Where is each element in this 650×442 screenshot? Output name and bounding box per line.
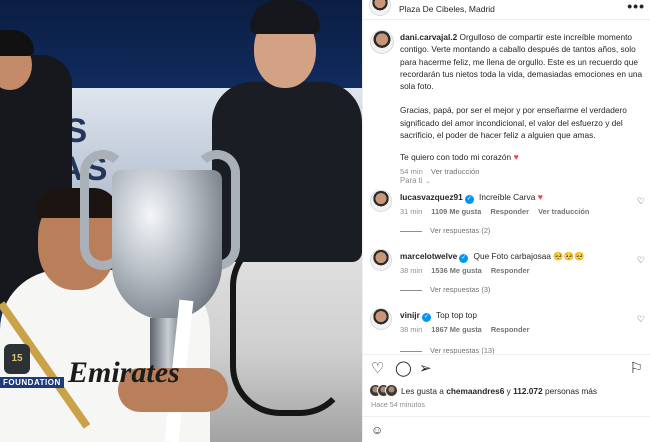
caption-text-2: Gracias, papá, por ser el mejor y por en… (400, 105, 627, 141)
post-timestamp: Hace 54 minutos (371, 400, 425, 409)
photo-sponsor-logo: Emirates (68, 356, 180, 389)
comment-item: vinijr ✓ Top top top 38 min 1867 Me gusta… (363, 308, 650, 360)
heart-outline-icon[interactable]: ♡ (371, 361, 384, 377)
author-avatar[interactable] (369, 0, 391, 16)
comment-body: vinijr ✓ Top top top 38 min 1867 Me gusta… (400, 309, 630, 336)
verified-badge-icon: ✓ (464, 195, 474, 204)
comment-like-count[interactable]: 1536 Me gusta (431, 266, 482, 275)
photo-rider-helmet (250, 0, 320, 34)
post-header: Plaza De Cibeles, Madrid ••• (363, 0, 650, 20)
comment-username[interactable]: vinijr (400, 310, 420, 320)
comment-reply-button[interactable]: Responder (490, 207, 529, 216)
comment-time: 38 min (400, 266, 423, 275)
caption-time: 54 min (400, 166, 423, 176)
post-photo[interactable]: AS TAS Emirates 15 FOUNDATION (0, 0, 362, 442)
comment-meta: 31 min 1109 Me gusta Responder Ver tradu… (400, 206, 630, 218)
comment-avatar[interactable] (370, 308, 392, 330)
view-replies-button[interactable]: Ver respuestas (2) (400, 226, 490, 235)
comment-translate-link[interactable]: Ver traducción (538, 207, 589, 216)
comment-body: marcelotwelve ✓ Que Foto carbajosaa 🥺🥺🥺 3… (400, 250, 630, 277)
caption-author-avatar[interactable] (370, 30, 394, 54)
liker-avatar (385, 384, 398, 397)
comment-meta: 38 min 1536 Me gusta Responder (400, 265, 630, 277)
likes-summary[interactable]: Les gusta a chemaandres6 y 112.072 perso… (369, 384, 649, 398)
comment-like-heart-icon[interactable]: ♡ (637, 196, 645, 207)
comment-body: lucasvazquez91 ✓ Increíble Carva ♥ 31 min… (400, 191, 630, 218)
comment-time: 31 min (400, 207, 423, 216)
pleading-face-emoji-icon: 🥺🥺🥺 (553, 251, 585, 261)
caption-meta: 54 min Ver traducción (400, 166, 644, 178)
for-you-label: Para ti (400, 176, 423, 185)
comment-like-heart-icon[interactable]: ♡ (637, 255, 645, 266)
comment-username[interactable]: lucasvazquez91 (400, 192, 463, 202)
comment-avatar[interactable] (370, 249, 392, 271)
more-horizontal-icon[interactable]: ••• (627, 0, 645, 14)
verified-badge-icon: ✓ (459, 254, 469, 263)
photo-trophy-cup (112, 170, 222, 320)
for-you-toggle[interactable]: Para ti ⌄ (400, 176, 431, 185)
post-caption: dani.carvajal.2 Orgulloso de compartir e… (400, 31, 644, 178)
caption-translate-link[interactable]: Ver traducción (431, 167, 480, 176)
comment-like-count[interactable]: 1109 Me gusta (431, 207, 481, 216)
comment-text: Que Foto carbajosaa (473, 251, 554, 261)
send-icon[interactable]: ➢ (419, 361, 432, 377)
verified-badge-icon: ✓ (421, 313, 431, 322)
comment-icon[interactable]: ◯ (395, 361, 412, 377)
likes-text: Les gusta a chemaandres6 y 112.072 perso… (401, 386, 598, 396)
bookmark-icon[interactable]: ⚐ (630, 361, 643, 377)
comment-time: 38 min (400, 325, 423, 334)
photo-bridle (230, 236, 350, 416)
view-replies-button[interactable]: Ver respuestas (3) (400, 285, 490, 294)
comment-meta: 38 min 1867 Me gusta Responder (400, 324, 630, 336)
comment-username[interactable]: marcelotwelve (400, 251, 457, 261)
photo-champions-badge: 15 (4, 344, 30, 374)
chevron-down-icon: ⌄ (425, 179, 431, 185)
comment-text: Top top top (435, 310, 478, 320)
post-action-bar: ♡ ◯ ➢ ⚐ (363, 354, 650, 382)
comment-reply-button[interactable]: Responder (491, 325, 530, 334)
comment-text: Increíble Carva (479, 192, 538, 202)
comment-like-heart-icon[interactable]: ♡ (637, 314, 645, 325)
likes-user[interactable]: chemaandres6 (446, 386, 504, 396)
post-side-panel: Plaza De Cibeles, Madrid ••• dani.carvaj… (362, 0, 650, 442)
photo-foundation-label: FOUNDATION (0, 377, 64, 388)
post-location[interactable]: Plaza De Cibeles, Madrid (399, 4, 495, 14)
comment-avatar[interactable] (370, 190, 392, 212)
heart-emoji-icon: ♥ (537, 192, 543, 202)
heart-emoji-icon: ♥ (513, 152, 519, 163)
caption-username[interactable]: dani.carvajal.2 (400, 32, 457, 42)
add-comment-bar[interactable]: ☺ (363, 416, 650, 442)
emoji-icon[interactable]: ☺ (371, 423, 383, 437)
comment-item: marcelotwelve ✓ Que Foto carbajosaa 🥺🥺🥺 3… (363, 249, 650, 301)
likes-count[interactable]: 112.072 (513, 386, 543, 396)
comment-item: lucasvazquez91 ✓ Increíble Carva ♥ 31 min… (363, 190, 650, 242)
comment-like-count[interactable]: 1867 Me gusta (431, 325, 482, 334)
comment-reply-button[interactable]: Responder (491, 266, 530, 275)
caption-text-3: Te quiero con todo mi corazón (400, 152, 512, 163)
photo-officer-left-helmet (0, 30, 34, 56)
